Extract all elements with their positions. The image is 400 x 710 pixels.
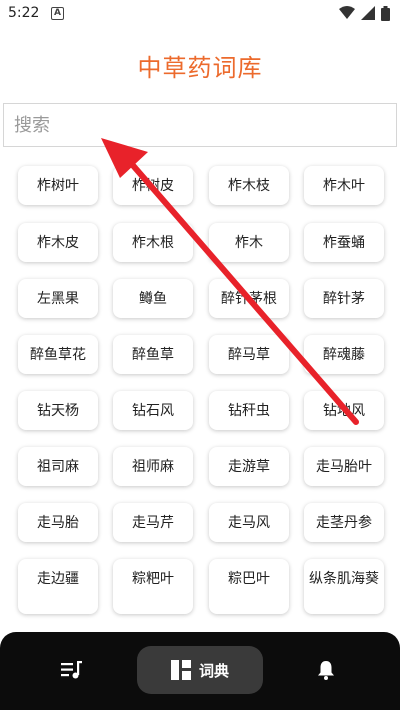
herb-chip[interactable]: 柞木根 [113, 223, 193, 262]
herb-chip[interactable]: 祖师麻 [113, 447, 193, 486]
herb-chip[interactable]: 粽巴叶 [209, 559, 289, 614]
nav-dictionary[interactable]: 词典 [137, 646, 263, 694]
herb-chip[interactable]: 粽粑叶 [113, 559, 193, 614]
search-input[interactable] [4, 104, 396, 146]
herb-chip[interactable]: 鳟鱼 [113, 279, 193, 318]
bottom-nav: 词典 [0, 632, 400, 710]
wifi-icon [339, 6, 355, 19]
herb-chip[interactable]: 醉针茅 [304, 279, 384, 318]
herb-chip[interactable]: 钻秆虫 [209, 391, 289, 430]
herb-chip[interactable]: 醉鱼草 [113, 335, 193, 374]
nav-dictionary-label: 词典 [198, 661, 229, 680]
page-title: 中草药词库 [137, 54, 263, 82]
status-icons [339, 5, 390, 21]
status-bar: 5:22 A [0, 0, 400, 28]
signal-icon [361, 6, 375, 20]
nav-playlist[interactable] [40, 646, 104, 694]
nav-notifications[interactable] [294, 646, 358, 694]
status-time: 5:22 [8, 5, 40, 21]
herb-chip[interactable]: 柞木皮 [18, 223, 98, 262]
herb-chip[interactable]: 柞木叶 [304, 166, 384, 205]
battery-icon [381, 5, 390, 21]
herb-chip[interactable]: 走马芹 [113, 503, 193, 542]
herb-chip[interactable]: 钻地风 [304, 391, 384, 430]
herb-chip[interactable]: 柞蚕蛹 [304, 223, 384, 262]
herb-chip[interactable]: 左黑果 [18, 279, 98, 318]
herb-chip[interactable]: 柞树皮 [113, 166, 193, 205]
notification-icon: A [51, 7, 64, 20]
herb-chip[interactable]: 走马风 [209, 503, 289, 542]
herb-chip[interactable]: 醉马草 [209, 335, 289, 374]
dictionary-grid-icon [170, 660, 191, 680]
herb-chip[interactable]: 柞木 [209, 223, 289, 262]
herb-chip[interactable]: 醉针茅根 [209, 279, 289, 318]
herb-chip[interactable]: 柞木枝 [209, 166, 289, 205]
herb-chip[interactable]: 柞树叶 [18, 166, 98, 205]
bell-icon [318, 661, 334, 680]
herb-chip[interactable]: 走茎丹参 [304, 503, 384, 542]
herb-chip[interactable]: 钻石风 [113, 391, 193, 430]
herb-chip[interactable]: 纵条肌海葵 [304, 559, 384, 614]
herb-chip[interactable]: 走边疆 [18, 559, 98, 614]
music-list-icon [61, 661, 82, 679]
herb-chip[interactable]: 醉魂藤 [304, 335, 384, 374]
herb-chip[interactable]: 钻天杨 [18, 391, 98, 430]
herb-chip[interactable]: 走游草 [209, 447, 289, 486]
herb-chip[interactable]: 醉鱼草花 [18, 335, 98, 374]
search-field[interactable] [3, 103, 397, 147]
herb-chip[interactable]: 走马胎 [18, 503, 98, 542]
herb-chip[interactable]: 祖司麻 [18, 447, 98, 486]
herb-chip[interactable]: 走马胎叶 [304, 447, 384, 486]
